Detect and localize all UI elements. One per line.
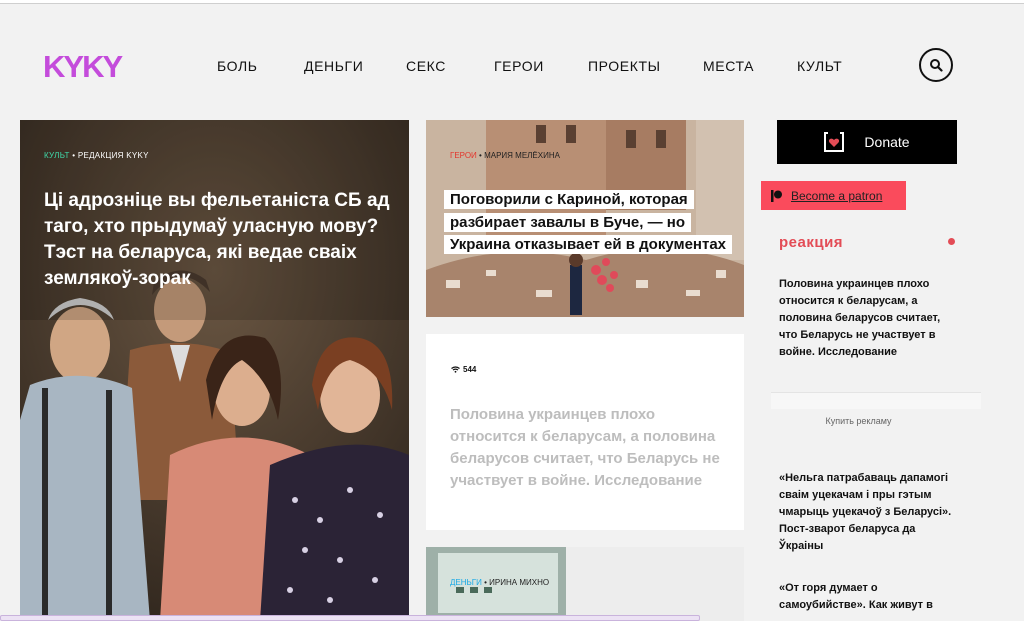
patron-label: Become a patron <box>791 188 883 203</box>
reaction-dot <box>948 238 955 245</box>
search-icon <box>930 59 943 72</box>
nav-item-dengi[interactable]: ДЕНЬГИ <box>304 58 363 74</box>
top-story-title[interactable]: Поговорили с Кариной, которая разбирает … <box>444 189 734 257</box>
patreon-icon <box>771 189 782 202</box>
bottom-story-meta: ДЕНЬГИ • ИРИНА МИХНО <box>450 578 549 587</box>
view-counter: 544 <box>451 365 476 374</box>
reaction-item[interactable]: «От горя думает о самоубийстве». Как жив… <box>779 580 959 614</box>
donate-heart-icon <box>824 132 845 152</box>
nav-item-seks[interactable]: СЕКС <box>406 58 446 74</box>
donate-button[interactable]: Donate <box>777 120 957 164</box>
nav-item-mesta[interactable]: МЕСТА <box>703 58 754 74</box>
bottom-story-card[interactable]: ДЕНЬГИ • ИРИНА МИХНО <box>426 547 744 621</box>
bottom-story-category[interactable]: ДЕНЬГИ <box>450 578 482 587</box>
nav-item-bol[interactable]: БОЛЬ <box>217 58 258 74</box>
wifi-views-icon <box>451 366 460 373</box>
bottom-story-author[interactable]: ИРИНА МИХНО <box>489 578 549 587</box>
nav-item-kult[interactable]: КУЛЬТ <box>797 58 842 74</box>
main-story-author[interactable]: РЕДАКЦИЯ KYKY <box>78 151 149 160</box>
main-story-title[interactable]: Ці адрозніце вы фельетаніста СБ ад таго,… <box>44 188 394 292</box>
top-story-author[interactable]: МАРИЯ МЕЛЁХИНА <box>484 151 560 160</box>
main-story-card[interactable]: КУЛЬТ • РЕДАКЦИЯ KYKY Ці адрозніце вы фе… <box>20 120 409 621</box>
nav-item-geroi[interactable]: ГЕРОИ <box>494 58 544 74</box>
browser-status-bar <box>0 615 700 621</box>
mid-story-title[interactable]: Половина украинцев плохо относится к бел… <box>450 404 722 492</box>
top-story-card[interactable]: ГЕРОИ • МАРИЯ МЕЛЁХИНА Поговорили с Кари… <box>426 120 744 317</box>
become-patron-button[interactable]: Become a patron <box>761 181 906 210</box>
top-story-title-text[interactable]: Поговорили с Кариной, которая разбирает … <box>444 190 733 254</box>
main-story-category[interactable]: КУЛЬТ <box>44 151 70 160</box>
donate-label: Donate <box>864 134 910 150</box>
view-count: 544 <box>463 365 477 374</box>
logo-text: KYKY <box>43 50 123 80</box>
reaction-item[interactable]: Половина украинцев плохо относится к бел… <box>779 276 959 361</box>
kyky-logo[interactable]: KYKY <box>43 49 139 84</box>
top-story-category[interactable]: ГЕРОИ <box>450 151 477 160</box>
browser-top-edge <box>0 0 1024 4</box>
main-story-meta: КУЛЬТ • РЕДАКЦИЯ KYKY <box>44 151 149 160</box>
buy-ad-link[interactable]: Купить рекламу <box>771 416 946 426</box>
reaction-heading: реакция <box>779 234 844 251</box>
mid-story-card[interactable]: 544 Половина украинцев плохо относится к… <box>426 334 744 530</box>
reaction-item[interactable]: «Нельга патрабаваць дапамогі сваім уцека… <box>779 470 959 555</box>
top-story-meta: ГЕРОИ • МАРИЯ МЕЛЁХИНА <box>450 151 560 160</box>
search-button[interactable] <box>919 48 953 82</box>
nav-item-proekty[interactable]: ПРОЕКТЫ <box>588 58 661 74</box>
ad-slot <box>771 392 981 409</box>
